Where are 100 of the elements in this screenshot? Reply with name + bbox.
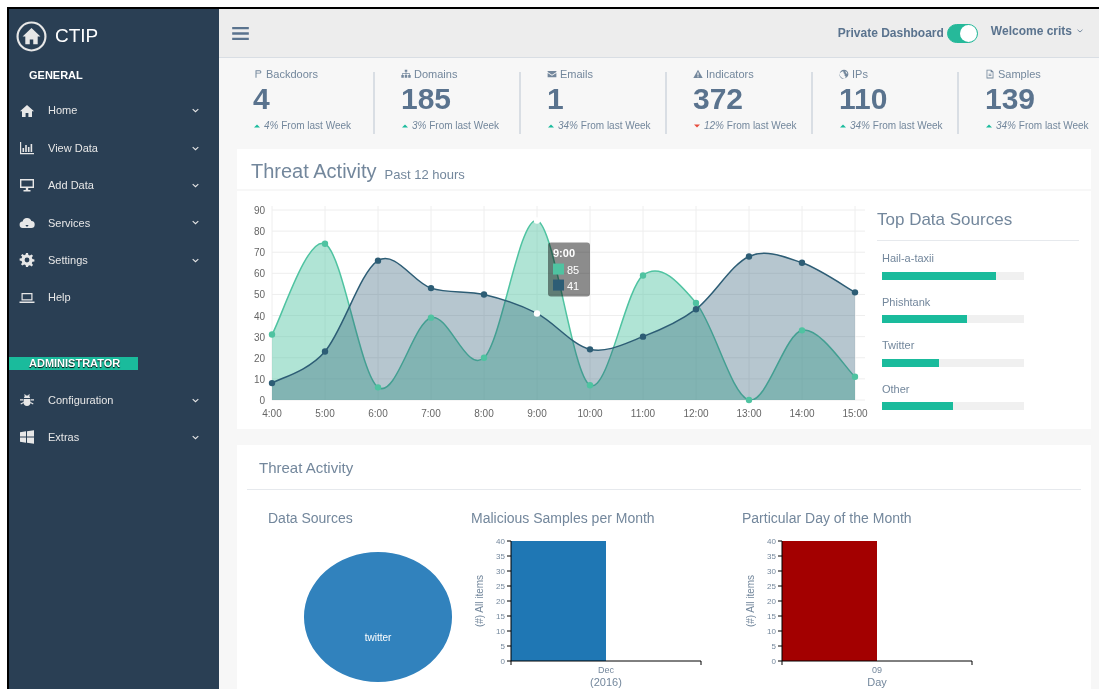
home-icon [16,21,47,52]
sidebar-item[interactable]: Services [9,204,219,242]
trend-text: 34% From last Week [996,119,1089,133]
data-point [321,240,329,247]
data-point [586,381,594,389]
section-badge: ADMINISTRATOR [9,356,138,370]
stat-value: 4 [253,82,270,116]
trend-text: 34% From last Week [850,119,943,133]
chart-title: Particular Day of the Month [742,509,912,528]
data-point [427,314,435,321]
panel-subtitle: Past 12 hours [384,167,465,181]
chart-tooltip: 9:00 85 41 [548,242,590,297]
stat-label: Samples [998,66,1041,82]
tick-label: 7:00 [421,407,441,419]
tick-label: 15:00 [842,407,868,419]
data-point [533,217,541,224]
tick-label: 20 [496,597,505,606]
tick-label: 10 [767,627,776,636]
section-heading: GENERAL [28,67,83,83]
tick-label: 6:00 [368,407,388,419]
axis-label: Day [867,676,887,688]
toggle-switch[interactable] [946,23,978,43]
axis-label: (#) All items [745,574,756,628]
source-label: Other [882,381,911,397]
data-point [798,259,806,266]
stat-label: Emails [560,66,593,82]
tick-label: 13:00 [736,407,762,419]
tick-label: 50 [253,289,265,301]
tick-label: 80 [253,225,265,237]
tick-label: 40 [496,537,505,546]
data-point [851,288,859,296]
user-menu[interactable]: Welcome crits [990,22,1084,40]
home-icon [19,102,35,119]
data-point [639,272,647,279]
warning-icon [693,69,703,79]
tick-label: 30 [767,567,776,576]
tick-label: 15 [767,612,776,621]
tick-label: 25 [767,582,776,591]
tick-label: 15 [496,612,505,621]
data-point [480,291,488,298]
envelope-icon [547,69,557,79]
tick-label: 5 [500,642,505,651]
trend-text: 3% From last Week [412,119,500,133]
source-label: Twitter [882,338,916,354]
sidebar-item[interactable]: Extras [9,418,219,457]
monitor-icon [19,177,35,194]
trend-text: 12% From last Week [704,119,797,133]
tick-label: 5 [771,642,776,651]
data-point [745,396,753,403]
brand-title: CTIP [55,24,99,49]
sidebar-item[interactable]: Settings [9,241,219,279]
data-point [745,253,753,260]
data-point [586,345,594,353]
stat-value: 139 [985,82,1036,116]
bug-icon [19,392,35,409]
tick-label: 0 [500,657,505,666]
stat-value: 372 [693,82,744,116]
tick-label: 60 [253,268,265,280]
tick-label: 4:00 [262,407,282,419]
tick-label: 5:00 [315,407,335,419]
sidebar-item[interactable]: View Data [9,129,219,167]
data-point [533,310,541,317]
sidebar-item[interactable]: Help [9,278,219,317]
globe-icon [839,69,849,79]
tick-label: 11:00 [630,407,656,419]
chevron-icon [1076,27,1084,35]
tick-label: 20 [767,597,776,606]
tick-label: 10 [253,373,265,385]
tick-label: 30 [496,567,505,576]
stat-label: IPs [852,66,868,82]
tick-label: 9:00 [527,407,547,419]
trend-text: 4% From last Week [264,119,352,133]
tick-label: 8:00 [474,407,494,419]
bar-chart-icon [19,140,35,157]
panel-title: Threat Activity [251,160,377,181]
tick-label: 0 [771,657,776,666]
slice-label: twitter [364,632,392,643]
stat-label: Indicators [706,66,754,82]
axis-label: (#) All items [474,574,485,628]
data-point [798,326,806,334]
stat-value: 185 [401,82,452,116]
data-point [374,257,382,264]
source-label: Phishtank [882,294,932,310]
tick-label: Dec [598,665,614,675]
chart-title: Malicious Samples per Month [471,509,655,528]
sidebar-item[interactable]: Add Data [9,166,219,205]
sidebar-item[interactable]: Home [9,92,219,130]
trend-text: 34% From last Week [558,119,651,133]
panel-title: Threat Activity [259,459,354,476]
sidebar-item[interactable]: Configuration [9,381,219,419]
tick-label: 25 [496,582,505,591]
data-point [321,348,329,355]
stat-value: 110 [839,82,888,116]
tick-label: 20 [253,352,265,364]
grid-icon [19,429,35,446]
stat-label: Backdoors [266,66,318,82]
tick-label: 90 [253,204,265,216]
tick-label: 10 [496,627,505,636]
tick-label: 35 [496,552,505,561]
data-point [480,354,488,361]
